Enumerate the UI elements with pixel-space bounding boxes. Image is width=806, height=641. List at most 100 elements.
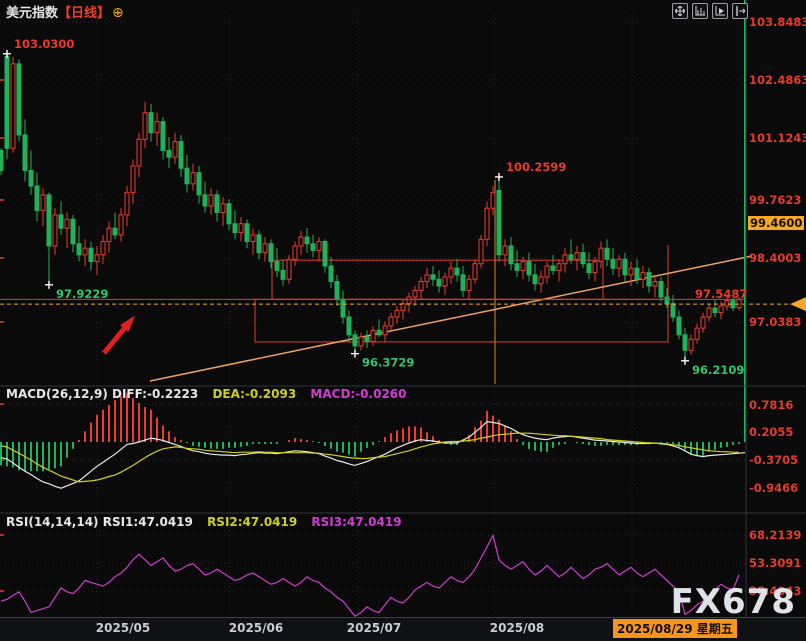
candle-body [719, 306, 723, 313]
candle-body [461, 275, 465, 291]
candle-body [533, 275, 537, 284]
candle-body [35, 186, 39, 210]
axis-price-label: 102.4863 [749, 73, 806, 87]
candle-body [581, 253, 585, 264]
chart-toolbar [672, 3, 748, 19]
candle-body [263, 244, 267, 253]
candle-body [383, 326, 387, 335]
candle-body [0, 150, 3, 170]
candle-body [407, 297, 411, 304]
candle-body [251, 235, 255, 242]
candle-body [341, 299, 345, 317]
candle-body [377, 330, 381, 334]
candle-body [395, 310, 399, 317]
candle-body [293, 246, 297, 259]
candle-body [389, 317, 393, 326]
candle-body [137, 139, 141, 166]
pivot-price-label: 96.2109 [692, 363, 744, 377]
candle-body [143, 113, 147, 140]
candle-body [551, 266, 555, 270]
candle-body [239, 224, 243, 233]
macd-dea-line [1, 433, 739, 482]
candle-body [191, 173, 195, 184]
axis-price-label: -0.9466 [749, 481, 798, 495]
candle-body [413, 290, 417, 297]
candle-body [311, 244, 315, 251]
interval-label: 【日线】 [58, 6, 110, 21]
price-chart-canvas[interactable]: 103.030097.922996.3729100.259996.2109103… [0, 0, 806, 641]
price-axis-arrow-marker [790, 297, 806, 311]
candle-body [17, 64, 21, 135]
candle-body [323, 242, 327, 266]
pivot-price-label: 96.3729 [362, 356, 414, 370]
candle-body [245, 224, 249, 242]
candle-body [329, 266, 333, 282]
candle-body [257, 235, 261, 253]
rsi-line [1, 535, 739, 616]
candle-body [107, 228, 111, 241]
candle-body [101, 242, 105, 255]
candle-body [83, 248, 87, 255]
axis-playback-icon[interactable] [712, 3, 728, 19]
candle-body [491, 193, 495, 209]
candle-body [515, 264, 519, 271]
candle-body [53, 215, 57, 246]
pivot-price-label: 100.2599 [506, 160, 566, 174]
exit-chart-icon[interactable] [732, 3, 748, 19]
candle-body [155, 122, 159, 133]
candle-body [161, 122, 165, 151]
candle-body [353, 335, 357, 346]
candle-body [497, 190, 501, 254]
candle-body [113, 228, 117, 235]
candle-body [227, 204, 231, 224]
candle-body [635, 268, 639, 279]
candle-body [371, 330, 375, 341]
candle-body [5, 56, 9, 148]
candle-body [125, 193, 129, 215]
add-indicator-icon[interactable]: ⊕ [112, 5, 124, 21]
symbol-name: 美元指数 [6, 6, 58, 21]
time-axis-label: 2025/07 [347, 621, 401, 635]
candle-body [335, 282, 339, 300]
candle-body [77, 244, 81, 255]
candle-body [557, 264, 561, 271]
candle-body [599, 248, 603, 261]
candle-body [563, 255, 567, 264]
candle-body [317, 242, 321, 251]
candle-body [95, 255, 99, 262]
candle-body [647, 273, 651, 286]
candle-body [707, 308, 711, 317]
candle-body [569, 255, 573, 259]
axis-price-label: 97.0383 [749, 315, 801, 329]
candle-body [617, 259, 621, 268]
candle-body [689, 339, 693, 350]
candle-body [437, 279, 441, 286]
candle-body [671, 304, 675, 317]
candle-body [275, 262, 279, 271]
axis-price-label: 0.2055 [749, 425, 793, 439]
macd-hist-value: MACD:-0.0260 [310, 387, 406, 401]
time-axis-label: 2025/06 [229, 621, 283, 635]
candle-body [203, 195, 207, 206]
candle-body [503, 246, 507, 255]
brand-watermark: FX678 [671, 582, 796, 622]
pan-icon[interactable] [672, 3, 688, 19]
candle-body [605, 248, 609, 259]
candle-body [419, 282, 423, 291]
candle-body [545, 266, 549, 277]
pivot-cross-marker [45, 281, 53, 289]
pivot-cross-marker [351, 350, 359, 358]
candle-body [479, 239, 483, 263]
candle-body [149, 113, 153, 133]
rsi-readout: RSI(14,14,14) RSI1:47.0419 RSI2:47.0419 … [6, 515, 402, 529]
candle-body [683, 335, 687, 351]
candle-body [89, 248, 93, 261]
candle-body [347, 317, 351, 335]
candle-body [209, 195, 213, 206]
last-price-label: 97.5487 [695, 287, 747, 301]
candle-body [41, 195, 45, 211]
candle-body [185, 168, 189, 184]
candle-body [131, 166, 135, 193]
axis-scale-icon[interactable] [692, 3, 708, 19]
candle-body [659, 282, 663, 298]
